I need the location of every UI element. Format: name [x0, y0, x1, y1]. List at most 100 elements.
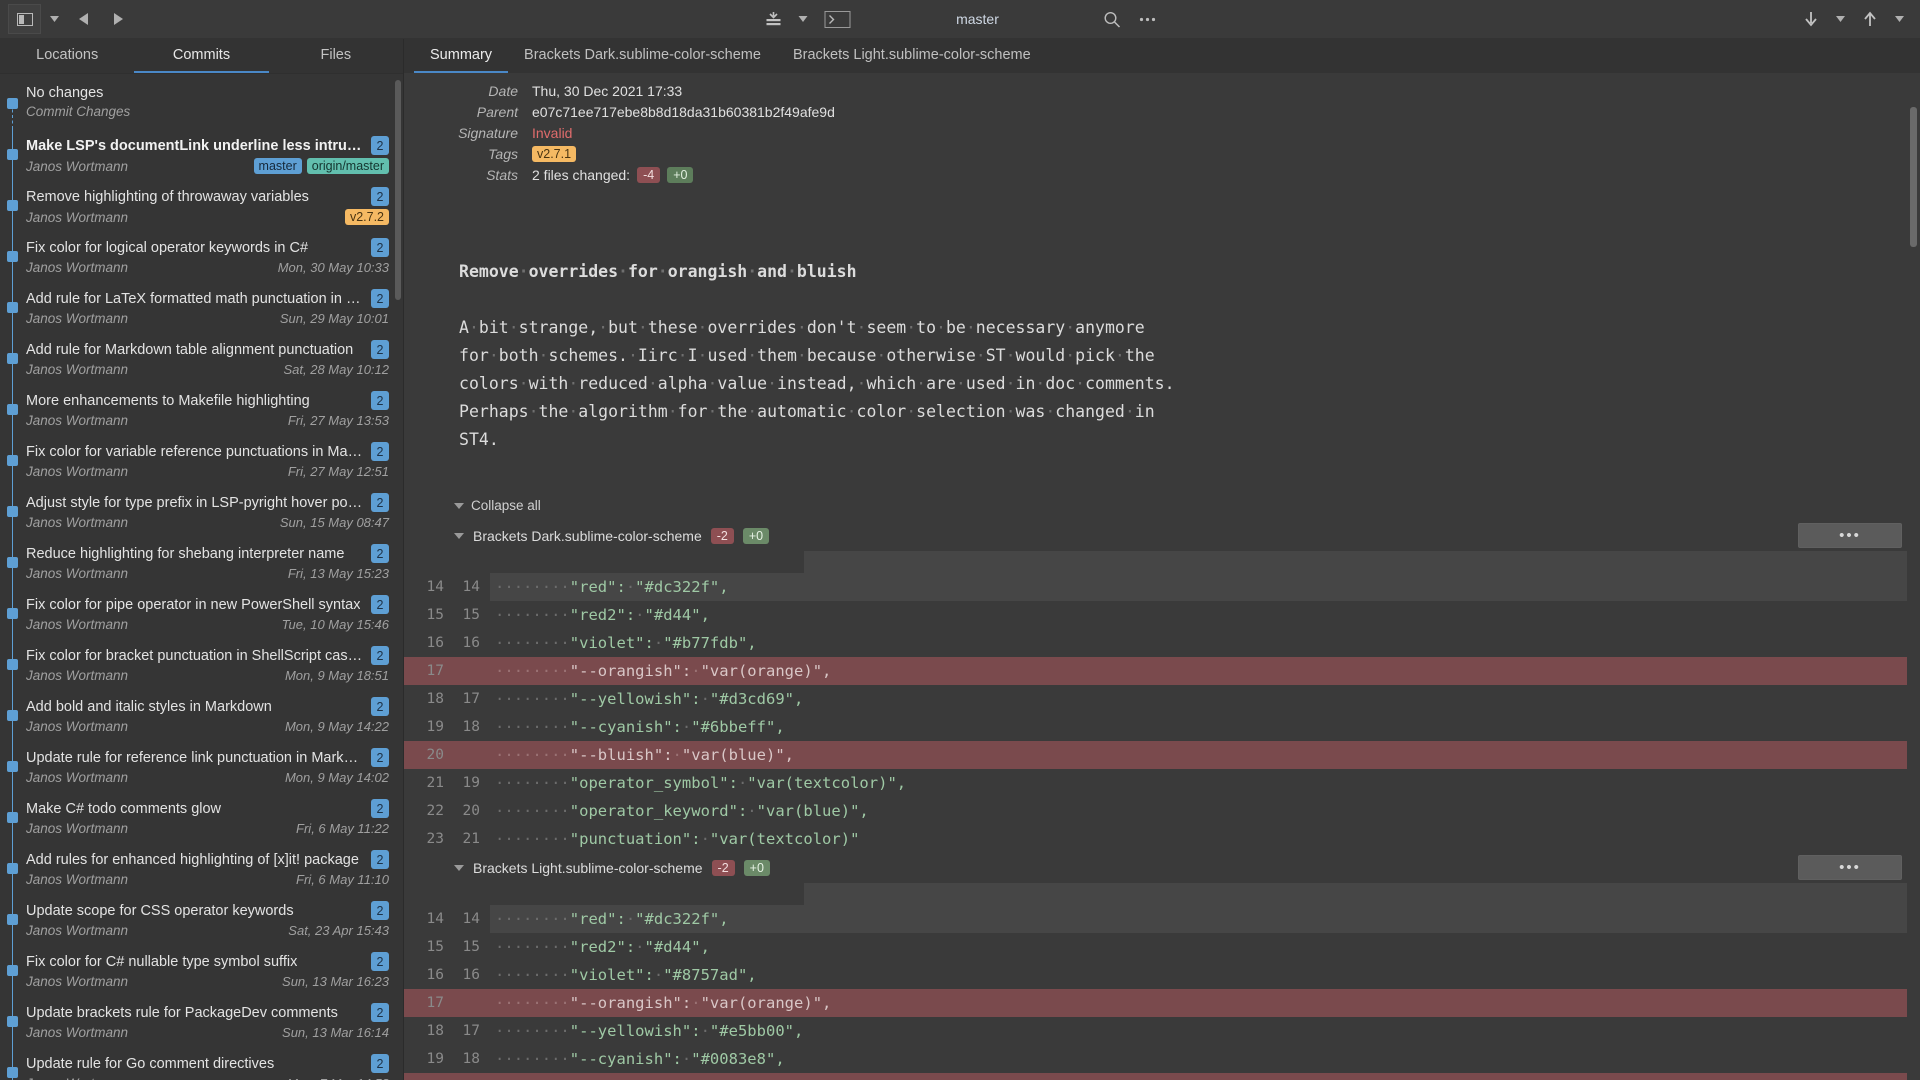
sidebar-dropdown-chevron-down-icon[interactable]	[43, 4, 65, 34]
ellipsis-icon-button[interactable]	[1130, 4, 1164, 34]
commit-file-count-badge: 2	[371, 442, 389, 461]
search-input[interactable]	[861, 4, 1094, 34]
commit-row[interactable]: Update rule for reference link punctuati…	[0, 741, 403, 792]
diff-file-more-button[interactable]: •••	[1798, 855, 1902, 880]
commit-row[interactable]: No changes Commit Changes	[0, 78, 403, 129]
commit-row-bottom: Janos Wortmann Mon, 9 May 14:02	[26, 770, 389, 785]
ref-chip-local[interactable]: master	[253, 158, 302, 174]
tab-locations[interactable]: Locations	[0, 39, 134, 73]
fetch-dropdown-chevron-down-icon[interactable]	[1829, 4, 1851, 34]
diff-line[interactable]: 18 17 ········"--yellowish":·"#e5bb00",	[404, 1017, 1907, 1045]
collapse-all-label: Collapse all	[471, 498, 541, 513]
commit-row-top: Update rule for Go comment directives 2	[26, 1054, 389, 1073]
commit-row[interactable]: Fix color for pipe operator in new Power…	[0, 588, 403, 639]
date-value: Thu, 30 Dec 2021 17:33	[532, 83, 683, 99]
diff-line[interactable]: 19 18 ········"--cyanish":·"#6bbeff",	[404, 713, 1907, 741]
diff-line[interactable]: 18 17 ········"--yellowish":·"#d3cd69",	[404, 685, 1907, 713]
file-tab-1[interactable]: Brackets Dark.sublime-color-scheme	[508, 39, 777, 73]
diff-line[interactable]: 21 19 ········"operator_symbol":·"var(text…	[404, 769, 1907, 797]
tab-label: Locations	[36, 47, 99, 63]
commit-row[interactable]: Fix color for variable reference punctua…	[0, 435, 403, 486]
commit-row[interactable]: Add rule for Markdown table alignment pu…	[0, 333, 403, 384]
diff-line[interactable]: 15 15 ········"red2":·"#d44",	[404, 601, 1907, 629]
diff-file-header[interactable]: Brackets Dark.sublime-color-scheme -2 +0 ••…	[404, 521, 1920, 551]
back-arrow-icon-button[interactable]	[67, 4, 100, 34]
commit-row-top: Reduce highlighting for shebang interpre…	[26, 544, 389, 563]
commit-author: Janos Wortmann	[26, 617, 129, 632]
commit-row-top: Fix color for C# nullable type symbol su…	[26, 952, 389, 971]
diff-file-more-button[interactable]: •••	[1798, 523, 1902, 548]
commit-row[interactable]: Add rule for LaTeX formatted math punctu…	[0, 282, 403, 333]
diff-line[interactable]: 14 14 ········"red":·"#dc322f",	[404, 573, 1907, 601]
magnifier-icon-button[interactable]	[1095, 4, 1129, 34]
tab-commits[interactable]: Commits	[134, 39, 269, 73]
upload-arrow-icon-button[interactable]	[1853, 4, 1886, 34]
sidebar-panel-icon-button[interactable]	[8, 4, 41, 34]
diff-line[interactable]: 14 14 ········"red":·"#dc322f",	[404, 905, 1907, 933]
file-tab-2[interactable]: Brackets Light.sublime-color-scheme	[777, 39, 1047, 73]
diff-line-code: ········"red":·"#dc322f",	[490, 905, 1907, 933]
collapse-all-toggle[interactable]: Collapse all	[404, 492, 1920, 521]
commit-date: Mon, 9 May 14:02	[284, 770, 389, 785]
diff-line-code: ········"red2":·"#d44",	[495, 938, 710, 956]
parent-value[interactable]: e07c71ee717ebe8b8d18da31b60381b2f49afe9d	[532, 104, 835, 120]
diff-line[interactable]: 22 20 ········"operator_keyword":·"var(blu…	[404, 797, 1907, 825]
forward-arrow-icon-button[interactable]	[102, 4, 135, 34]
commit-file-count-badge: 2	[371, 646, 389, 665]
diff-old-lineno: 18	[426, 691, 444, 707]
diff-file-additions-badge: +0	[743, 860, 770, 876]
commit-row[interactable]: Adjust style for type prefix in LSP-pyri…	[0, 486, 403, 537]
diff-new-lineno: 20	[462, 803, 480, 819]
graph-node	[7, 812, 18, 823]
commit-row[interactable]: Fix color for logical operator keywords …	[0, 231, 403, 282]
commit-row[interactable]: Update brackets rule for PackageDev comm…	[0, 996, 403, 1047]
push-dropdown-chevron-down-icon[interactable]	[1888, 4, 1910, 34]
commit-detail-scroll[interactable]: Date Thu, 30 Dec 2021 17:33 Parent e07c7…	[404, 73, 1920, 1080]
commit-row[interactable]: More enhancements to Makefile highlighti…	[0, 384, 403, 435]
commit-row[interactable]: Make C# todo comments glow 2 Janos Wortman…	[0, 792, 403, 843]
diff-line[interactable]: 20 ········"--bluish":·"var(blue)",	[404, 1073, 1907, 1080]
commit-row[interactable]: Update rule for Go comment directives 2 Ja…	[0, 1047, 403, 1080]
tab-files[interactable]: Files	[269, 39, 403, 73]
diff-line[interactable]: 20 ········"--bluish":·"var(blue)",	[404, 741, 1907, 769]
diff-line-code: ········"--cyanish":·"#0083e8",	[495, 1050, 785, 1068]
diff-line[interactable]: 16 16 ········"violet":·"#b77fdb",	[404, 629, 1907, 657]
diff-line[interactable]: 17 ········"--orangish":·"var(orange)",	[404, 989, 1907, 1017]
commit-row[interactable]: Make LSP's documentLink underline less i…	[0, 129, 403, 180]
commit-row[interactable]: Reduce highlighting for shebang interpre…	[0, 537, 403, 588]
commit-row[interactable]: Fix color for bracket punctuation in She…	[0, 639, 403, 690]
terminal-icon-button[interactable]	[815, 4, 860, 34]
commit-row[interactable]: Remove highlighting of throwaway variabl…	[0, 180, 403, 231]
signature-value: Invalid	[532, 125, 573, 141]
diff-line-code: ········"--bluish":·"var(blue)",	[495, 746, 794, 764]
diff-old-lineno: 14	[426, 911, 444, 927]
tag-chip[interactable]: v2.7.1	[532, 146, 577, 162]
diff-line[interactable]: 19 18 ········"--cyanish":·"#0083e8",	[404, 1045, 1907, 1073]
diff-new-lineno: 16	[462, 967, 480, 983]
diff-file-deletions-badge: -2	[711, 860, 735, 876]
diff-line[interactable]: 17 ········"--orangish":·"var(orange)",	[404, 657, 1907, 685]
diff-line[interactable]: 23 21 ········"punctuation":·"var(textcolo…	[404, 825, 1907, 853]
detail-scrollbar[interactable]	[1910, 107, 1917, 247]
ref-chip-tag[interactable]: v2.7.2	[344, 209, 389, 225]
ref-chip-remote[interactable]: origin/master	[306, 158, 389, 174]
pull-dropdown-chevron-down-icon[interactable]	[791, 4, 814, 34]
pull-down-icon-button[interactable]	[756, 4, 790, 34]
diff-line[interactable]: 15 15 ········"red2":·"#d44",	[404, 933, 1907, 961]
commit-subject: Update rule for reference link punctuati…	[26, 749, 363, 766]
diff-file-additions-badge: +0	[742, 528, 770, 544]
commit-row-bottom: Janos Wortmann Fri, 6 May 11:22	[26, 821, 389, 836]
commit-row[interactable]: Add rules for enhanced highlighting of […	[0, 843, 403, 894]
tab-label: Commits	[172, 47, 231, 63]
commit-author: Janos Wortmann	[26, 872, 129, 887]
commit-subject: Fix color for logical operator keywords …	[26, 239, 309, 256]
commit-row[interactable]: Add bold and italic styles in Markdown 2 J…	[0, 690, 403, 741]
commit-row[interactable]: Update scope for CSS operator keywords 2 J…	[0, 894, 403, 945]
commit-row[interactable]: Fix color for C# nullable type symbol su…	[0, 945, 403, 996]
diff-line[interactable]: 16 16 ········"violet":·"#8757ad",	[404, 961, 1907, 989]
commit-row-bottom: Janos Wortmann Fri, 6 May 11:10	[26, 872, 389, 887]
commit-list[interactable]: No changes Commit Changes Make LSP's docum…	[0, 73, 403, 1080]
diff-file-header[interactable]: Brackets Light.sublime-color-scheme -2 +0 •…	[404, 853, 1920, 883]
file-tab-0[interactable]: Summary	[414, 39, 509, 73]
download-arrow-icon-button[interactable]	[1794, 4, 1827, 34]
